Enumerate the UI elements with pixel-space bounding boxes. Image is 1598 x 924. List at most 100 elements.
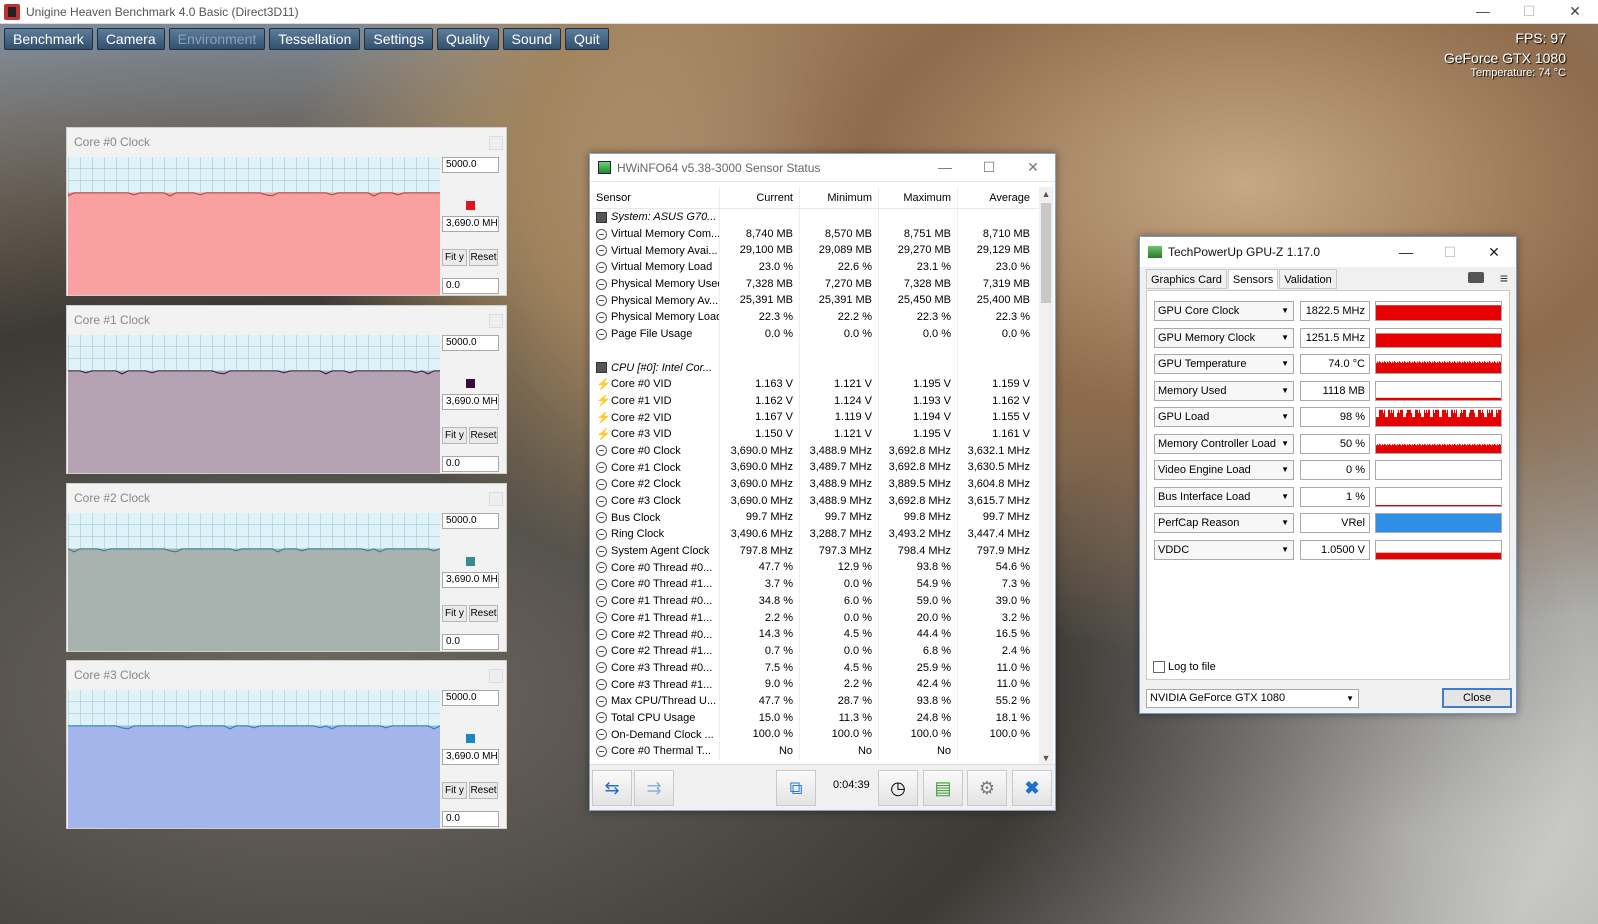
fit-y-button[interactable]: Fit y	[442, 782, 467, 799]
sensor-row[interactable]: On-Demand Clock ... 100.0 % 100.0 % 100.0 %…	[592, 726, 1039, 743]
settings-gear-icon[interactable]: ⚙	[967, 770, 1007, 806]
graph-max-value[interactable]: 5000.0	[442, 335, 499, 351]
graph-max-value[interactable]: 5000.0	[442, 690, 499, 706]
fit-y-button[interactable]: Fit y	[442, 249, 467, 266]
sensor-row[interactable]: Ring Clock 3,490.6 MHz 3,288.7 MHz 3,493.2 …	[592, 526, 1039, 543]
gpuz-maximize-button[interactable]: ☐	[1428, 244, 1472, 261]
sensor-name-dropdown[interactable]: Video Engine Load ▼	[1154, 460, 1294, 480]
sensor-row[interactable]: ⚡ Core #0 VID 1.163 V 1.121 V 1.195 V 1.159 V	[592, 375, 1039, 393]
add-report-icon[interactable]: ▤	[923, 770, 963, 806]
hwinfo-minimize-button[interactable]: —	[923, 159, 967, 176]
menu-environment-button[interactable]: Environment	[168, 28, 266, 50]
sensor-name-dropdown[interactable]: Memory Controller Load ▼	[1154, 433, 1294, 454]
column-header-sensor[interactable]: Sensor	[592, 192, 719, 204]
sensor-group-row[interactable]: System: ASUS G70...	[592, 209, 1039, 226]
graph-min-value[interactable]: 0.0	[442, 456, 499, 472]
gpuz-minimize-button[interactable]: —	[1384, 244, 1428, 261]
tab-validation[interactable]: Validation	[1279, 269, 1337, 289]
graph-color-swatch[interactable]	[466, 557, 475, 566]
graph-min-value[interactable]: 0.0	[442, 634, 499, 650]
graph-close-icon[interactable]	[489, 136, 503, 150]
gpu-select[interactable]: NVIDIA GeForce GTX 1080 ▼	[1146, 689, 1359, 708]
tab-sensors[interactable]: Sensors	[1227, 269, 1279, 289]
clock-icon[interactable]: ◷	[878, 770, 918, 806]
scrollbar-thumb[interactable]	[1041, 203, 1051, 303]
sensor-name-dropdown[interactable]: GPU Load ▼	[1154, 407, 1294, 427]
sensor-row[interactable]: Physical Memory Av... 25,391 MB 25,391 MB 2…	[592, 292, 1039, 310]
gpuz-close-button[interactable]: Close	[1442, 688, 1512, 708]
graph-color-swatch[interactable]	[466, 201, 475, 210]
sensor-row[interactable]: Total CPU Usage 15.0 % 11.3 % 24.8 % 18.1 %	[592, 709, 1039, 727]
sensor-row[interactable]: Core #1 Clock 3,690.0 MHz 3,489.7 MHz 3,692…	[592, 459, 1039, 476]
hwinfo-maximize-button[interactable]: ☐	[967, 159, 1011, 176]
column-header-maximum[interactable]: Maximum	[878, 187, 957, 208]
sensor-name-dropdown[interactable]: GPU Temperature ▼	[1154, 354, 1294, 374]
graph-max-value[interactable]: 5000.0	[442, 157, 499, 173]
sensor-row[interactable]: Core #0 Clock 3,690.0 MHz 3,488.9 MHz 3,692…	[592, 442, 1039, 460]
column-header-current[interactable]: Current	[719, 187, 799, 208]
sensor-row[interactable]	[592, 342, 1039, 360]
sensor-name-dropdown[interactable]: Memory Used ▼	[1154, 380, 1294, 401]
menu-benchmark-button[interactable]: Benchmark	[4, 28, 93, 50]
maximize-button[interactable]: ☐	[1506, 3, 1552, 20]
sensor-name-dropdown[interactable]: GPU Memory Clock ▼	[1154, 327, 1294, 348]
sensor-row[interactable]: ⚡ Core #2 VID 1.167 V 1.119 V 1.194 V 1.155 V	[592, 409, 1039, 426]
reset-button[interactable]: Reset	[469, 605, 498, 622]
graph-close-icon[interactable]	[489, 314, 503, 328]
sensor-row[interactable]: Virtual Memory Load 23.0 % 22.6 % 23.1 % 23.…	[592, 259, 1039, 276]
scroll-up-icon[interactable]: ▲	[1039, 187, 1053, 201]
graph-min-value[interactable]: 0.0	[442, 278, 499, 294]
sensor-row[interactable]: Virtual Memory Com... 8,740 MB 8,570 MB 8,7…	[592, 225, 1039, 243]
close-x-icon[interactable]: ✖	[1012, 770, 1052, 806]
graph-close-icon[interactable]	[489, 492, 503, 506]
sensor-row[interactable]: Core #2 Thread #0... 14.3 % 4.5 % 44.4 % 16.…	[592, 626, 1039, 643]
sensor-row[interactable]: Core #3 Thread #1... 9.0 % 2.2 % 42.4 % 11.0…	[592, 676, 1039, 693]
reset-button[interactable]: Reset	[469, 249, 498, 266]
reset-button[interactable]: Reset	[469, 782, 498, 799]
sensor-row[interactable]: Core #3 Thread #0... 7.5 % 4.5 % 25.9 % 11.0…	[592, 659, 1039, 677]
minimize-button[interactable]: —	[1460, 3, 1506, 20]
expand-arrows-icon[interactable]: ⇆	[592, 770, 632, 806]
scroll-down-icon[interactable]: ▼	[1039, 751, 1053, 765]
sensor-name-dropdown[interactable]: Bus Interface Load ▼	[1154, 486, 1294, 507]
menu-settings-button[interactable]: Settings	[364, 28, 433, 50]
menu-sound-button[interactable]: Sound	[502, 28, 562, 50]
sensor-row[interactable]: Physical Memory Load 22.3 % 22.2 % 22.3 % 22…	[592, 309, 1039, 326]
sensor-row[interactable]: System Agent Clock 797.8 MHz 797.3 MHz 798.…	[592, 542, 1039, 560]
sensor-row[interactable]: Page File Usage 0.0 % 0.0 % 0.0 % 0.0 %	[592, 325, 1039, 343]
sensor-row[interactable]: Physical Memory Used 7,328 MB 7,270 MB 7,32…	[592, 275, 1039, 293]
log-to-file-option[interactable]: Log to file	[1153, 661, 1216, 673]
sensor-group-row[interactable]: CPU [#0]: Intel Cor...	[592, 359, 1039, 376]
menu-camera-button[interactable]: Camera	[96, 28, 165, 50]
column-header-minimum[interactable]: Minimum	[799, 187, 878, 208]
sensor-row[interactable]: ⚡ Core #1 VID 1.162 V 1.124 V 1.193 V 1.162 V	[592, 392, 1039, 410]
sensor-row[interactable]: Core #0 Thermal T... No No No	[592, 743, 1039, 760]
menu-quality-button[interactable]: Quality	[436, 28, 499, 50]
close-button[interactable]: ✕	[1552, 3, 1598, 20]
sensor-row[interactable]: Max CPU/Thread U... 47.7 % 28.7 % 93.8 % 55.…	[592, 692, 1039, 710]
column-header-average[interactable]: Average	[957, 187, 1036, 208]
sensor-table[interactable]: Sensor Current Minimum Maximum Average S…	[592, 187, 1039, 765]
fit-y-button[interactable]: Fit y	[442, 427, 467, 444]
graph-close-icon[interactable]	[489, 669, 503, 683]
tab-graphics-card[interactable]: Graphics Card	[1146, 269, 1227, 289]
sensor-row[interactable]: Virtual Memory Avai... 29,100 MB 29,089 MB…	[592, 242, 1039, 260]
hamburger-menu-icon[interactable]: ≡	[1500, 271, 1508, 285]
fit-y-button[interactable]: Fit y	[442, 605, 467, 622]
sensor-row[interactable]: Core #3 Clock 3,690.0 MHz 3,488.9 MHz 3,692…	[592, 492, 1039, 510]
sensor-name-dropdown[interactable]: VDDC ▼	[1154, 539, 1294, 560]
sensor-row[interactable]: Core #1 Thread #1... 2.2 % 0.0 % 20.0 % 3.2 …	[592, 609, 1039, 627]
graph-color-swatch[interactable]	[466, 379, 475, 388]
sensor-row[interactable]: Bus Clock 99.7 MHz 99.7 MHz 99.8 MHz 99.7 MH…	[592, 509, 1039, 527]
network-icon[interactable]: ⧉	[776, 770, 816, 806]
sensor-table-scrollbar[interactable]: ▲ ▼	[1039, 187, 1053, 765]
sensor-row[interactable]: Core #2 Thread #1... 0.7 % 0.0 % 6.8 % 2.4 %	[592, 642, 1039, 660]
sensor-name-dropdown[interactable]: GPU Core Clock ▼	[1154, 301, 1294, 321]
sensor-row[interactable]: Core #0 Thread #1... 3.7 % 0.0 % 54.9 % 7.3 …	[592, 576, 1039, 593]
camera-icon[interactable]	[1468, 272, 1484, 283]
gpuz-close-window-button[interactable]: ✕	[1472, 244, 1516, 261]
graph-min-value[interactable]: 0.0	[442, 811, 499, 827]
menu-quit-button[interactable]: Quit	[565, 28, 609, 50]
log-to-file-checkbox[interactable]	[1153, 661, 1165, 673]
menu-tessellation-button[interactable]: Tessellation	[269, 28, 361, 50]
